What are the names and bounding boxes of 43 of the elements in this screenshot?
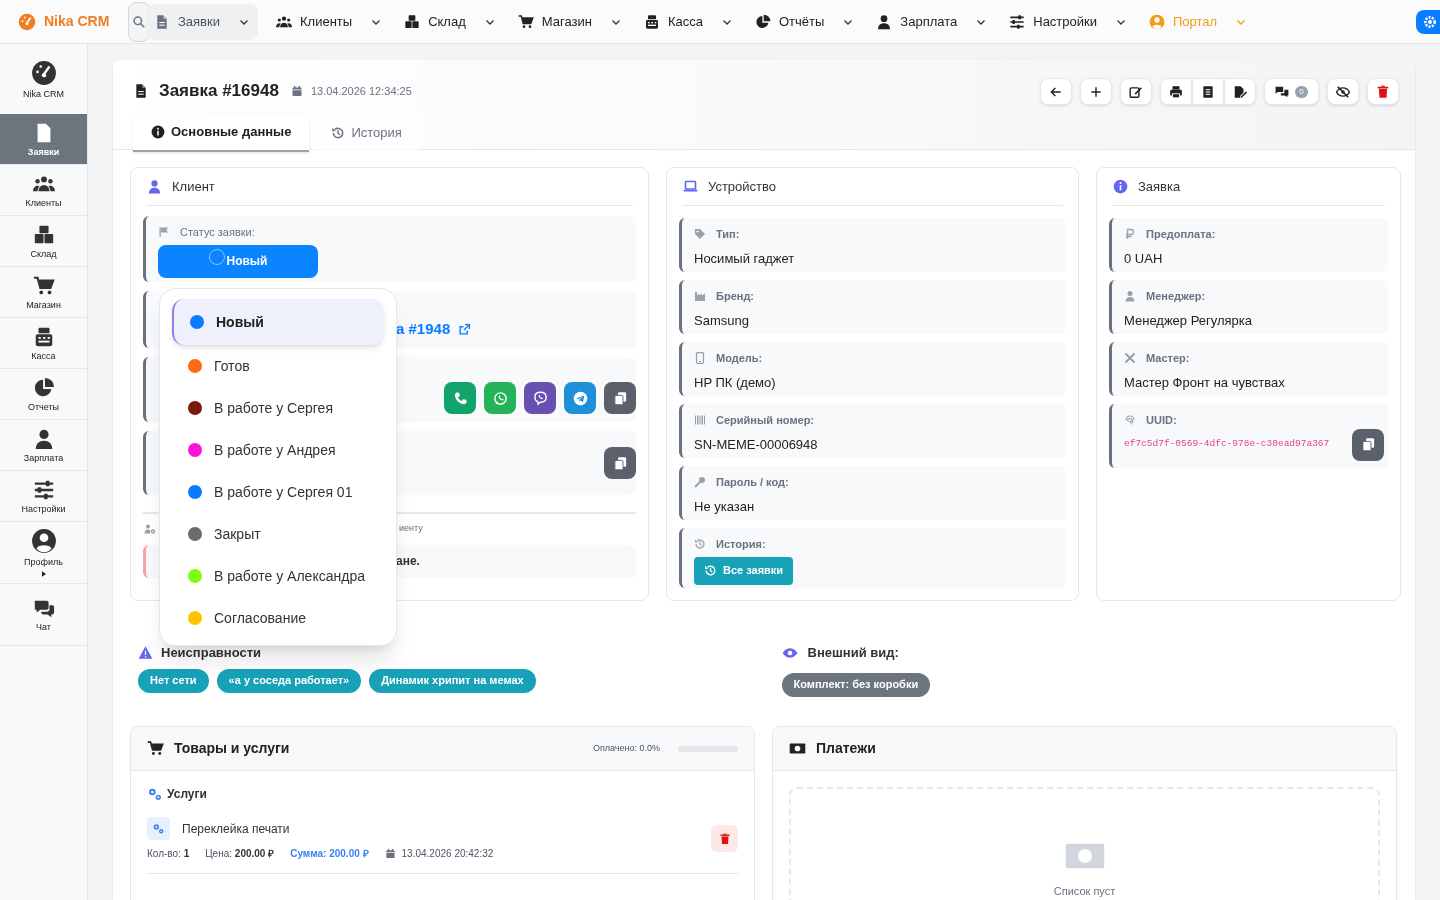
field-value: Носимый гаджет [694,249,796,268]
field-label: Модель: [716,351,763,366]
card-title: Клиент [172,177,215,196]
tag: Комплект: без коробки [781,672,931,697]
field-value: HP ПК (демо) [694,373,777,392]
service-date: 13.04.2026 20:42:32 [401,847,494,861]
service-price: Цена: 200.00 ₽ [205,847,275,861]
field-value: Менеджер Регулярка [1124,311,1254,330]
tag: «а у соседа работает» [216,668,362,693]
section-title: Услуги [167,786,207,803]
field-label: История: [716,537,766,552]
service-sum: Сумма: 200.00 ₽ [290,847,369,861]
field-label: Серийный номер: [716,413,815,428]
field-label: Менеджер: [1146,289,1206,304]
service-quantity: Кол-во: 1 [147,847,190,861]
card-title: Платежи [816,739,876,758]
note-text: иенту [399,522,423,535]
field-label: Предоплата: [1146,227,1216,242]
service-name: Переклейка печати [182,820,290,838]
field-label: Мастер: [1146,351,1190,366]
field-value: SN-MEME-00006948 [694,435,819,454]
field-value: Мастер Фронт на чувствах [1124,373,1286,392]
card-title: Заявка [1138,177,1181,196]
field-value: Не указан [694,497,756,516]
field-label: Пароль / код: [716,475,789,490]
card-title: Товары и услуги [174,739,290,758]
uuid-value: ef7c5d7f-0569-4dfc-978e-c30ead97a367 [1124,437,1330,452]
field-value: 0 UAH [1124,249,1164,268]
alert-text: ане. [396,553,420,570]
field-label: Тип: [716,227,740,242]
field-value: Samsung [694,311,750,330]
request-date: 13.04.2026 12:34:25 [310,83,412,99]
request-title: Заявка #16948 [159,80,279,102]
section-title: Внешний вид: [807,644,899,662]
field-label: Статус заявки: [180,225,255,240]
paid-label: Оплачено: 0.0% [592,741,660,755]
tag: Динамик хрипит на мемах [369,668,536,693]
empty-text: Список пуст [1053,884,1116,899]
section-title: Неисправности [161,644,262,662]
card-title: Устройство [708,177,776,196]
tag: Нет сети [138,668,209,693]
field-label: UUID: [1146,413,1177,428]
field-label: Бренд: [716,289,755,304]
